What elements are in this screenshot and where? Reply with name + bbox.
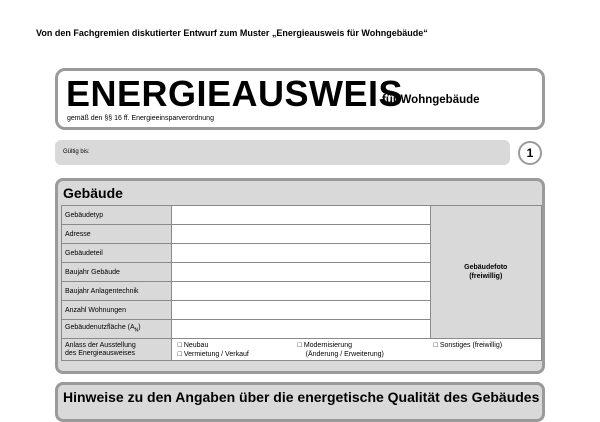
field-adresse[interactable] bbox=[170, 224, 431, 244]
checkbox-vermietung-verkauf[interactable]: □ Vermietung / Verkauf bbox=[178, 351, 249, 358]
building-photo-placeholder[interactable]: Gebäudefoto (freiwillig) bbox=[429, 205, 542, 339]
row-label-anzahl-wohnungen: Anzahl Wohnungen bbox=[61, 300, 172, 320]
building-section-title: Gebäude bbox=[63, 185, 123, 201]
notes-section-title: Hinweise zu den Angaben über die energet… bbox=[63, 389, 540, 405]
page-number-badge: 1 bbox=[518, 141, 542, 165]
building-section: Gebäude Gebäudetyp Gebäudefoto (freiwill… bbox=[55, 178, 545, 374]
field-nutzflaeche[interactable] bbox=[170, 319, 431, 339]
checkbox-modernisierung[interactable]: □ Modernisierung bbox=[298, 342, 352, 349]
reason-options: □ Neubau □ Vermietung / Verkauf □ Modern… bbox=[170, 338, 542, 361]
building-table: Gebäudetyp Gebäudefoto (freiwillig) Adre… bbox=[61, 205, 542, 361]
field-gebaeudeteil[interactable] bbox=[170, 243, 431, 263]
reason-label-line2: des Energieausweises bbox=[65, 349, 136, 357]
table-row: Anlass der Ausstellung des Energieauswei… bbox=[61, 338, 542, 361]
legal-reference: gemäß den §§ 16 ff. Energieeinsparverord… bbox=[67, 115, 214, 122]
row-label-gebaeudetyp: Gebäudetyp bbox=[61, 205, 172, 225]
header-note: Von den Fachgremien diskutierter Entwurf… bbox=[36, 28, 428, 38]
checkbox-sonstiges[interactable]: □ Sonstiges (freiwillig) bbox=[434, 342, 502, 349]
photo-optional-label: (freiwillig) bbox=[469, 273, 503, 280]
row-label-adresse: Adresse bbox=[61, 224, 172, 244]
photo-label: Gebäudefoto bbox=[464, 264, 508, 271]
row-label-baujahr-gebaeude: Baujahr Gebäude bbox=[61, 262, 172, 282]
field-gebaeudetyp[interactable] bbox=[170, 205, 431, 225]
notes-section: Hinweise zu den Angaben über die energet… bbox=[55, 382, 545, 422]
title-box: ENERGIEAUSWEIS für Wohngebäude gemäß den… bbox=[55, 68, 545, 130]
table-row: Gebäudetyp Gebäudefoto (freiwillig) bbox=[61, 205, 542, 339]
field-baujahr-gebaeude[interactable] bbox=[170, 262, 431, 282]
document-subtitle: für Wohngebäude bbox=[382, 94, 480, 106]
document-title: ENERGIEAUSWEIS bbox=[66, 73, 404, 114]
row-label-nutzflaeche: Gebäudenutzfläche (AN) bbox=[61, 319, 172, 339]
checkbox-neubau[interactable]: □ Neubau bbox=[178, 342, 209, 349]
reason-label-line1: Anlass der Ausstellung bbox=[65, 341, 136, 349]
row-label-baujahr-anlagentechnik: Baujahr Anlagentechnik bbox=[61, 281, 172, 301]
field-baujahr-anlagentechnik[interactable] bbox=[170, 281, 431, 301]
row-label-anlass: Anlass der Ausstellung des Energieauswei… bbox=[61, 338, 172, 361]
validity-field[interactable]: Gültig bis: bbox=[55, 140, 510, 165]
validity-label: Gültig bis: bbox=[63, 149, 90, 155]
field-anzahl-wohnungen[interactable] bbox=[170, 300, 431, 320]
modernisierung-detail: (Änderung / Erweiterung) bbox=[305, 351, 384, 358]
nutzflaeche-label: Gebäudenutzfläche (A bbox=[65, 324, 135, 332]
row-label-gebaeudeteil: Gebäudeteil bbox=[61, 243, 172, 263]
nutzflaeche-suffix: ) bbox=[138, 324, 141, 332]
